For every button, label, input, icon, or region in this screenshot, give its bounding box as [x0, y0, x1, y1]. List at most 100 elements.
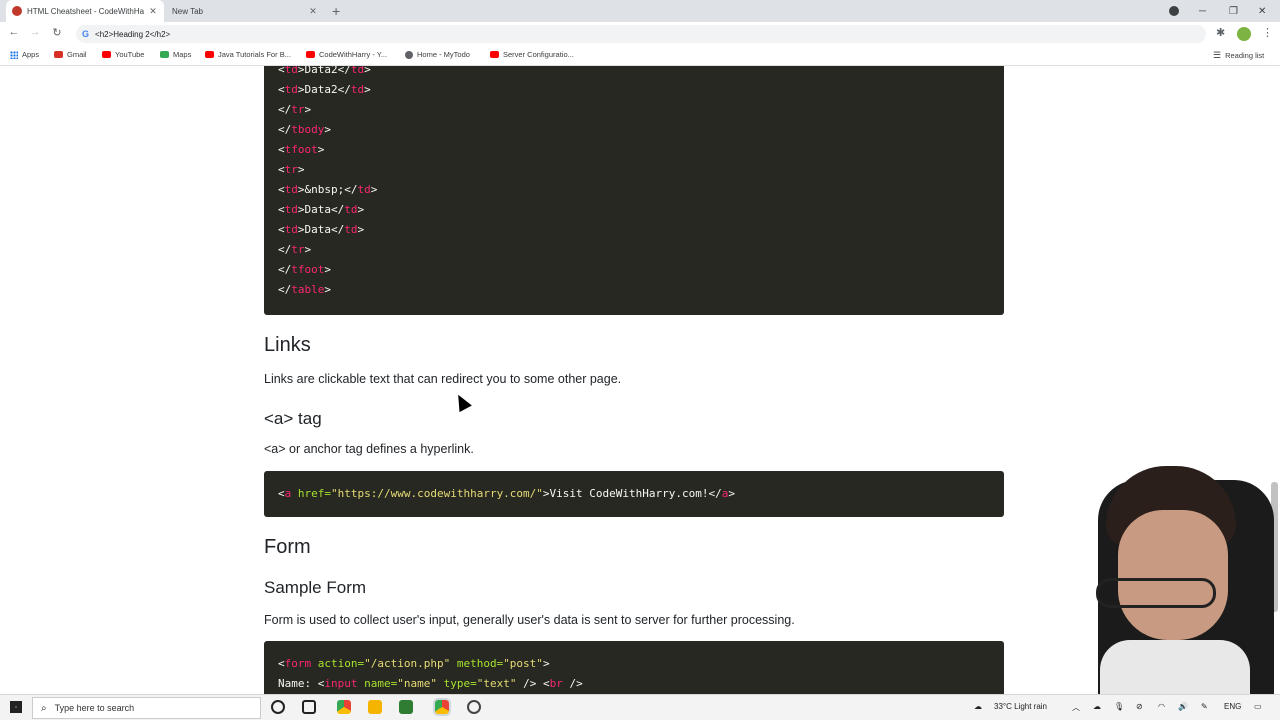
youtube-icon [205, 51, 214, 58]
code-token: >Data</ [297, 203, 345, 216]
code-token: </ [278, 283, 292, 296]
obs-icon[interactable] [467, 700, 481, 714]
code-line: <td>&nbsp;</td> [278, 180, 377, 200]
language-indicator[interactable]: ENG [1224, 702, 1241, 711]
taskbar-search-input[interactable]: ⌕ Type here to search [32, 697, 261, 719]
code-token: > [728, 487, 735, 500]
network-icon[interactable]: ⊘ [1136, 702, 1143, 711]
code-token: table [291, 283, 325, 296]
restore-icon[interactable]: ❐ [1229, 0, 1238, 22]
bookmark-maps[interactable]: Maps [160, 50, 191, 59]
reading-list[interactable]: ☰ Reading list [1213, 50, 1264, 61]
code-token: >Data2</ [297, 66, 351, 76]
links-heading: Links [264, 334, 311, 356]
windows-start-icon[interactable] [10, 701, 22, 713]
window-close-icon[interactable]: ✕ [1258, 0, 1266, 22]
mouse-cursor-icon [452, 391, 472, 413]
reading-list-icon: ☰ [1213, 50, 1222, 60]
chrome-menu-icon[interactable]: ⋮ [1262, 26, 1273, 39]
tab-html-cheatsheet[interactable]: HTML Cheatsheet - CodeWithHa ✕ [6, 0, 164, 22]
code-line: <td>Data2</td> [278, 80, 371, 100]
codewithharry-favicon-icon [12, 6, 22, 16]
profile-avatar[interactable] [1237, 27, 1251, 41]
bookmark-youtube[interactable]: YouTube [102, 50, 144, 59]
maps-icon [160, 51, 169, 58]
code-token: method= [450, 657, 504, 670]
code-line: </tfoot> [278, 260, 331, 280]
weather-text[interactable]: 33°C Light rain [994, 702, 1047, 711]
wifi-icon[interactable]: ◠ [1158, 702, 1165, 711]
code-line: <td>Data</td> [278, 220, 364, 240]
youtube-icon [306, 51, 315, 58]
bookmark-apps[interactable]: Apps [10, 50, 39, 59]
code-token: </ [278, 103, 292, 116]
code-token: > [324, 283, 331, 296]
show-hidden-icons-icon[interactable]: ︿ [1072, 702, 1080, 713]
reload-icon[interactable]: ↻ [49, 26, 65, 39]
address-bar[interactable]: G <h2>Heading 2</h2> [76, 25, 1206, 43]
code-line: <form action="/action.php" method="post"… [278, 654, 550, 674]
bookmark-label: Apps [22, 50, 40, 59]
bookmark-label: Home - MyTodo [417, 50, 470, 59]
code-token: > [357, 203, 365, 216]
code-line: <td>Data</td> [278, 200, 364, 220]
code-token: name= [357, 677, 398, 690]
cortana-icon[interactable] [271, 700, 285, 714]
code-token: "name" [397, 677, 437, 690]
code-token: < [278, 143, 285, 156]
bookmark-gmail[interactable]: Gmail [54, 50, 87, 59]
app-icon[interactable] [399, 700, 413, 714]
code-token: > [304, 103, 312, 116]
bookmark-label: CodeWithHarry - Y... [319, 50, 388, 59]
close-tab-icon[interactable]: ✕ [308, 6, 318, 17]
code-token: < [278, 163, 285, 176]
code-token: td [344, 203, 358, 216]
chrome-active-icon[interactable] [433, 698, 451, 716]
code-token: tfoot [284, 143, 318, 156]
onedrive-cloud-icon[interactable]: ☁ [1093, 702, 1101, 711]
code-token: td [284, 203, 298, 216]
webcam-glasses [1096, 578, 1216, 608]
links-description: Links are clickable text that can redire… [264, 372, 622, 386]
bookmarks-bar: Apps Gmail YouTube Maps Java Tutorials F… [0, 46, 1280, 66]
back-arrow-icon[interactable]: ← [6, 26, 22, 38]
address-bar-text: <h2>Heading 2</h2> [95, 29, 171, 39]
bookmark-java-tutorials[interactable]: Java Tutorials For B... [205, 50, 291, 59]
youtube-icon [102, 51, 111, 58]
bookmark-label: Java Tutorials For B... [218, 50, 291, 59]
globe-icon [405, 50, 413, 59]
code-token: < [278, 66, 285, 76]
bookmark-server-config[interactable]: Server Configuratio... [490, 50, 574, 59]
sample-form-heading: Sample Form [264, 578, 367, 597]
extensions-puzzle-icon[interactable]: ✱ [1216, 26, 1225, 39]
code-line: <tfoot> [278, 140, 324, 160]
microphone-icon[interactable]: 🎙 [1114, 702, 1124, 711]
code-token: </ [278, 263, 292, 276]
bookmark-label: YouTube [115, 50, 145, 59]
new-tab-plus-icon[interactable]: + [332, 3, 340, 19]
weather-cloud-icon[interactable]: ☁ [974, 702, 982, 711]
bookmark-label: Server Configuratio... [503, 50, 574, 59]
notifications-icon[interactable]: ▭ [1254, 702, 1262, 711]
code-token: > [364, 83, 371, 96]
tab-new-tab[interactable]: New Tab ✕ [166, 0, 324, 22]
minimize-icon[interactable]: ─ [1199, 0, 1206, 22]
file-explorer-icon[interactable] [368, 700, 382, 714]
code-token: "https://www.codewithharry.com/" [331, 487, 543, 500]
code-line: </tbody> [278, 120, 331, 140]
code-token: >Data</ [297, 223, 345, 236]
code-token: td [284, 66, 298, 76]
code-token: </ [278, 243, 292, 256]
code-token: action= [311, 657, 365, 670]
chrome-icon[interactable] [337, 700, 351, 714]
tab-search-icon[interactable] [1169, 6, 1179, 16]
bookmark-mytodo[interactable]: Home - MyTodo [405, 50, 470, 59]
pen-icon[interactable]: ✎ [1201, 702, 1208, 711]
volume-icon[interactable]: 🔊 [1178, 702, 1188, 711]
close-tab-icon[interactable]: ✕ [148, 6, 158, 17]
code-token: /> < [516, 677, 550, 690]
code-token: > [364, 66, 371, 76]
forward-arrow-icon[interactable]: → [27, 26, 43, 38]
bookmark-codewithharry[interactable]: CodeWithHarry - Y... [306, 50, 387, 59]
task-view-icon[interactable] [302, 700, 316, 714]
